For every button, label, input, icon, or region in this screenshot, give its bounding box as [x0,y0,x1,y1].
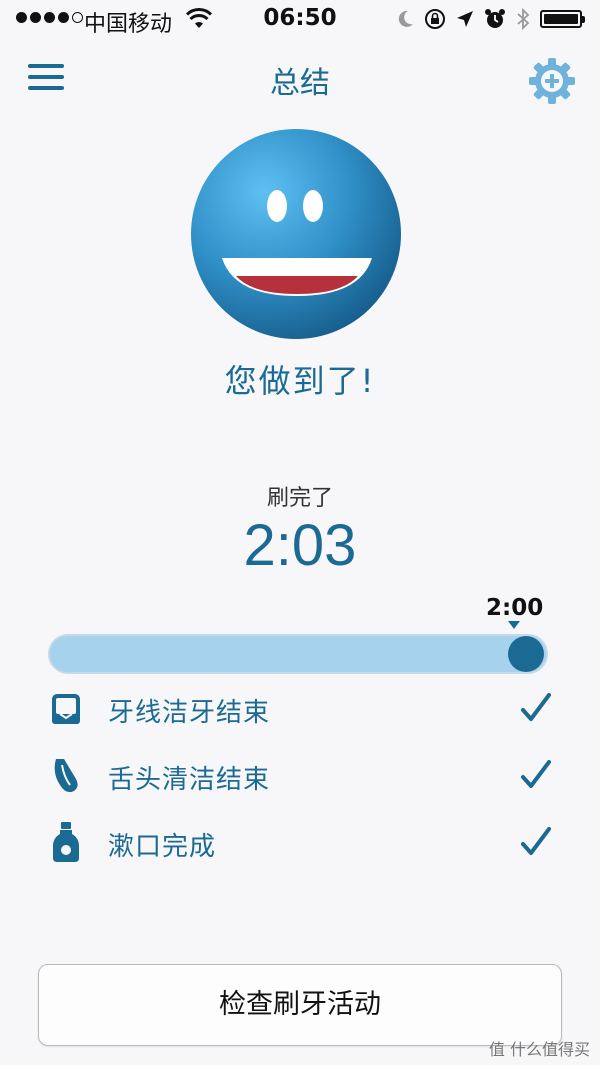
task-label: 漱口完成 [108,832,217,862]
gear-plus-icon[interactable] [526,55,578,107]
location-icon [457,11,473,27]
battery-icon [540,10,585,28]
page-title: 总结 [270,66,330,101]
tongue-icon [54,759,78,793]
completion-message: 您做到了! [224,362,376,400]
task-tongue: 舌头清洁结束 [0,743,600,810]
target-marker [508,621,520,629]
brushing-progress-bar [48,634,548,674]
mouthwash-icon [53,822,79,862]
checkmark-icon [521,693,551,721]
checkmark-icon [521,827,551,855]
brushed-label: 刷完了 [266,486,333,511]
rotation-lock-icon [425,9,445,29]
progress-fill [50,636,546,672]
task-label: 牙线洁牙结束 [108,698,271,728]
task-list: 牙线洁牙结束 舌头清洁结束 漱口完成 [0,676,600,877]
task-floss: 牙线洁牙结束 [0,676,600,743]
brushing-duration: 2:03 [243,513,357,578]
floss-icon [52,694,80,724]
moon-icon [398,10,413,27]
bluetooth-icon [517,8,530,30]
watermark-text: 值 什么值得买 [488,1040,590,1059]
task-label: 舌头清洁结束 [108,765,271,795]
checkmark-icon [521,760,551,788]
check-brushing-activity-button[interactable]: 检查刷牙活动 [38,964,562,1046]
task-mouthwash: 漱口完成 [0,810,600,877]
target-time-label: 2:00 [486,595,544,621]
alarm-icon [485,9,505,28]
progress-knob [508,636,544,672]
smiley-face-icon [191,129,401,339]
status-bar: 中国移动 06:50 [0,0,600,40]
